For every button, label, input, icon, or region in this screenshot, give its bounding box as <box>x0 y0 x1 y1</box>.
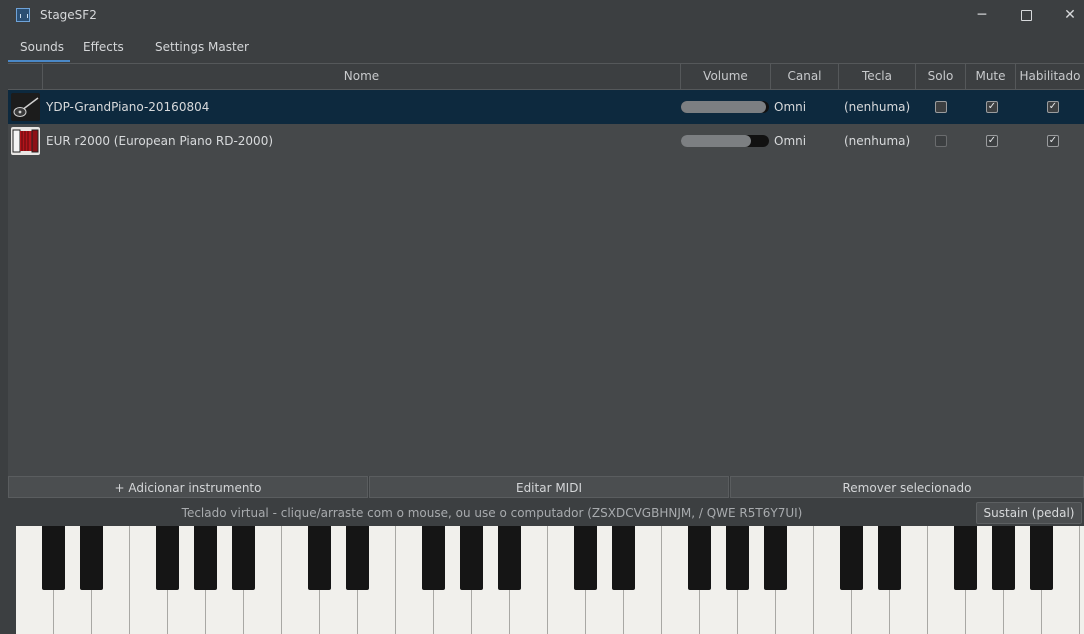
main-tabs: Sounds Effects Settings Master <box>8 36 1084 62</box>
enabled-checkbox[interactable]: ✓ <box>1047 101 1059 113</box>
table-row[interactable]: YDP-GrandPiano-20160804 Omni (nenhuma) ✓… <box>8 90 1084 124</box>
virtual-keyboard[interactable] <box>16 526 1084 634</box>
piano-black-key[interactable] <box>764 526 787 590</box>
solo-checkbox[interactable] <box>935 135 947 147</box>
header-volume[interactable]: Volume <box>681 64 771 89</box>
solo-checkbox[interactable] <box>935 101 947 113</box>
mute-checkbox[interactable]: ✓ <box>986 101 998 113</box>
piano-black-key[interactable] <box>460 526 483 590</box>
maximize-icon <box>1020 9 1032 21</box>
piano-black-key[interactable] <box>232 526 255 590</box>
piano-black-key[interactable] <box>992 526 1015 590</box>
tab-sounds[interactable]: Sounds <box>8 36 70 62</box>
header-canal[interactable]: Canal <box>771 64 839 89</box>
piano-black-key[interactable] <box>1030 526 1053 590</box>
instrument-name: EUR r2000 (European Piano RD-2000) <box>46 134 274 148</box>
channel-value[interactable]: Omni <box>774 124 806 158</box>
window-title: StageSF2 <box>40 8 97 22</box>
instrument-name: YDP-GrandPiano-20160804 <box>46 100 210 114</box>
minimize-button[interactable]: ─ <box>960 0 1004 32</box>
guitar-icon <box>11 93 40 121</box>
edit-midi-button[interactable]: Editar MIDI <box>369 476 729 498</box>
header-nome[interactable]: Nome <box>43 64 681 89</box>
mute-checkbox[interactable]: ✓ <box>986 135 998 147</box>
header-icon-column <box>8 64 43 89</box>
piano-black-key[interactable] <box>422 526 445 590</box>
key-value[interactable]: (nenhuma) <box>844 90 910 124</box>
piano-white-key[interactable] <box>1080 526 1084 634</box>
enabled-checkbox[interactable]: ✓ <box>1047 135 1059 147</box>
channel-value[interactable]: Omni <box>774 90 806 124</box>
header-habilitado[interactable]: Habilitado <box>1016 64 1084 89</box>
piano-black-key[interactable] <box>308 526 331 590</box>
accordion-icon <box>11 127 40 155</box>
piano-black-key[interactable] <box>80 526 103 590</box>
piano-black-key[interactable] <box>612 526 635 590</box>
close-button[interactable]: ✕ <box>1048 0 1084 32</box>
tab-settings[interactable]: Settings <box>155 36 204 62</box>
tab-effects[interactable]: Effects <box>83 36 124 62</box>
add-instrument-button[interactable]: + Adicionar instrumento <box>8 476 368 498</box>
piano-black-key[interactable] <box>194 526 217 590</box>
volume-slider[interactable] <box>681 135 769 147</box>
header-mute[interactable]: Mute <box>966 64 1016 89</box>
piano-black-key[interactable] <box>156 526 179 590</box>
piano-black-key[interactable] <box>840 526 863 590</box>
tab-master[interactable]: Master <box>208 36 249 62</box>
close-icon: ✕ <box>1064 7 1076 23</box>
volume-slider[interactable] <box>681 101 769 113</box>
key-value[interactable]: (nenhuma) <box>844 124 910 158</box>
piano-black-key[interactable] <box>878 526 901 590</box>
instruments-table: Nome Volume Canal Tecla Solo Mute Habili… <box>8 63 1084 476</box>
piano-black-key[interactable] <box>346 526 369 590</box>
table-header: Nome Volume Canal Tecla Solo Mute Habili… <box>8 64 1084 90</box>
keyboard-hint: Teclado virtual - clique/arraste com o m… <box>181 506 803 520</box>
table-row[interactable]: EUR r2000 (European Piano RD-2000) Omni … <box>8 124 1084 158</box>
volume-fill <box>681 135 752 147</box>
minimize-icon: ─ <box>977 7 987 23</box>
piano-black-key[interactable] <box>954 526 977 590</box>
header-tecla[interactable]: Tecla <box>839 64 916 89</box>
sustain-button[interactable]: Sustain (pedal) <box>976 502 1082 524</box>
maximize-button[interactable] <box>1004 0 1048 32</box>
action-bar: + Adicionar instrumento Editar MIDI Remo… <box>8 476 1084 498</box>
app-icon <box>16 8 30 22</box>
title-bar: StageSF2 ─ ✕ <box>0 0 1084 32</box>
header-solo[interactable]: Solo <box>916 64 966 89</box>
volume-fill <box>681 101 767 113</box>
piano-black-key[interactable] <box>688 526 711 590</box>
piano-black-key[interactable] <box>42 526 65 590</box>
piano-black-key[interactable] <box>498 526 521 590</box>
remove-selected-button[interactable]: Remover selecionado <box>730 476 1084 498</box>
piano-black-key[interactable] <box>574 526 597 590</box>
piano-black-key[interactable] <box>726 526 749 590</box>
